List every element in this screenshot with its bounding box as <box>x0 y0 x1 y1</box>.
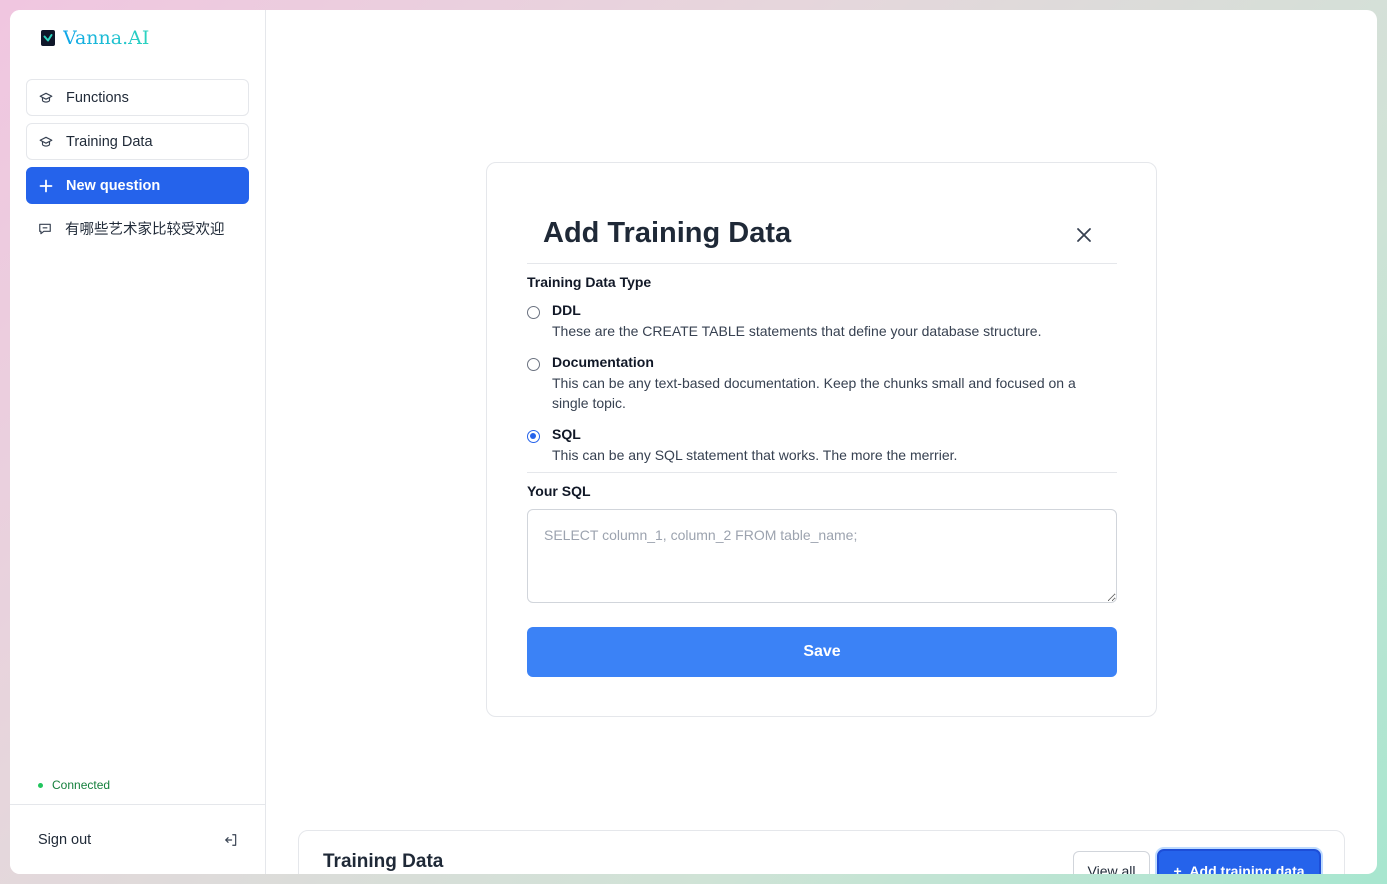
training-type-label: Training Data Type <box>527 274 652 290</box>
sidebar: Vanna.AI Functions Training Data New que… <box>10 10 266 874</box>
radio-documentation[interactable] <box>527 358 540 371</box>
option-description: This can be any text-based documentation… <box>552 375 1076 411</box>
option-description: This can be any SQL statement that works… <box>552 447 958 463</box>
add-training-data-label: Add training data <box>1189 863 1305 874</box>
graduation-cap-icon <box>39 135 53 149</box>
plus-icon <box>39 179 53 193</box>
brand-logo[interactable]: Vanna.AI <box>41 26 149 50</box>
sidebar-item-label: Training Data <box>66 133 153 150</box>
training-data-card: Training Data View all + Add training da… <box>298 830 1345 874</box>
app-window: Vanna.AI Functions Training Data New que… <box>10 10 1377 874</box>
modal-divider <box>527 472 1117 473</box>
sql-input[interactable] <box>527 509 1117 603</box>
view-all-button[interactable]: View all <box>1073 851 1150 874</box>
sidebar-item-label: 有哪些艺术家比较受欢迎 <box>65 222 225 238</box>
sign-out-button[interactable]: Sign out <box>38 830 238 850</box>
modal-divider <box>527 263 1117 264</box>
radio-ddl[interactable] <box>527 306 540 319</box>
sidebar-item-training-data[interactable]: Training Data <box>26 123 249 160</box>
sidebar-item-functions[interactable]: Functions <box>26 79 249 116</box>
add-training-data-modal: Add Training Data Training Data Type DDL… <box>486 162 1157 717</box>
option-title: SQL <box>552 426 581 442</box>
plus-icon: + <box>1173 863 1190 874</box>
save-button[interactable]: Save <box>527 627 1117 677</box>
card-title: Training Data <box>323 851 444 872</box>
status-text: Connected <box>52 778 111 792</box>
check-square-icon <box>41 30 55 46</box>
graduation-cap-icon <box>39 91 53 105</box>
sidebar-item-history[interactable]: 有哪些艺术家比较受欢迎 <box>26 210 249 247</box>
sidebar-item-label: New question <box>66 177 161 194</box>
close-icon[interactable] <box>1075 226 1093 244</box>
chat-bubble-icon <box>38 222 52 236</box>
modal-title: Add Training Data <box>543 217 792 249</box>
option-description: These are the CREATE TABLE statements th… <box>552 323 1042 339</box>
add-training-data-button[interactable]: + Add training data <box>1157 849 1321 874</box>
option-title: Documentation <box>552 354 654 370</box>
brand-name: Vanna.AI <box>63 27 150 49</box>
sign-out-icon <box>225 834 237 846</box>
option-title: DDL <box>552 302 581 318</box>
connection-status: Connected <box>38 778 110 792</box>
sidebar-item-label: Functions <box>66 89 129 106</box>
sidebar-divider <box>10 804 265 805</box>
new-question-button[interactable]: New question <box>26 167 249 204</box>
radio-sql[interactable] <box>527 430 540 443</box>
your-sql-label: Your SQL <box>527 483 591 499</box>
status-dot <box>38 782 43 788</box>
sign-out-label: Sign out <box>38 832 92 848</box>
